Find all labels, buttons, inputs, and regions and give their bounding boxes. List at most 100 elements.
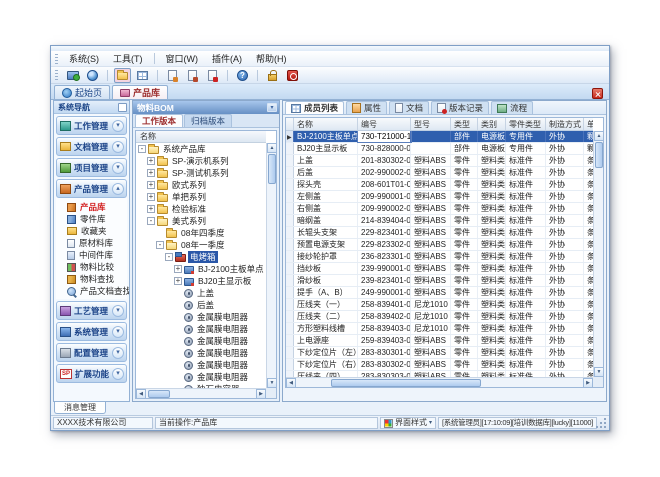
sidebar-item[interactable]: 收藏夹	[56, 225, 127, 237]
scroll-down-button[interactable]	[594, 367, 604, 377]
table-vertical-scrollbar[interactable]	[593, 131, 603, 377]
table-row[interactable]: 右侧盖209-990002-01E塑料ABS零件塑料类标准件外协条	[286, 203, 593, 215]
menu-item[interactable]: 帮助(H)	[250, 51, 293, 66]
table-horizontal-scrollbar[interactable]	[286, 377, 593, 387]
bom-version-tab[interactable]: 归档版本	[184, 114, 232, 127]
chevron-down-icon[interactable]	[112, 120, 124, 132]
scrollbar-thumb[interactable]	[268, 154, 276, 184]
bom-version-tab[interactable]: 工作版本	[135, 114, 183, 127]
tree-row[interactable]: +检验标准	[136, 203, 266, 215]
scroll-left-button[interactable]	[136, 389, 146, 399]
expander[interactable]: -	[147, 217, 155, 225]
chevron-down-icon[interactable]	[112, 305, 124, 317]
sidebar-item[interactable]: 零件库	[56, 213, 127, 225]
table-row[interactable]: BJ20主显示板730-828000-04E部件电源板专用件外协颗	[286, 143, 593, 155]
chevron-down-icon[interactable]	[112, 162, 124, 174]
help-button[interactable]	[234, 68, 251, 83]
table-row[interactable]: 挡纱板239-990001-01E塑料ABS零件塑料类标准件外协条	[286, 263, 593, 275]
expander[interactable]: +	[174, 277, 182, 285]
table-row[interactable]: 下纱定位片（左）283-830301-00E塑料ABS零件塑料类标准件外协条	[286, 347, 593, 359]
main-tab[interactable]: 起始页	[54, 85, 110, 99]
table-row[interactable]: 下纱定位片（右）283-830302-00E塑料ABS零件塑料类标准件外协条	[286, 359, 593, 371]
column-header[interactable]: 单位	[584, 118, 593, 130]
member-tab[interactable]: 流程	[491, 101, 533, 114]
sidebar-group-header[interactable]: 项目管理	[56, 158, 127, 177]
scroll-left-button[interactable]	[286, 378, 296, 388]
resize-grip[interactable]	[599, 417, 607, 429]
tree-vertical-scrollbar[interactable]	[266, 143, 276, 388]
tree-row[interactable]: 金属膜电阻器	[136, 335, 266, 347]
table-row[interactable]: 滑纱板239-823401-00E塑料ABS零件塑料类标准件外协条	[286, 275, 593, 287]
tree-row[interactable]: +BJ20主显示板	[136, 275, 266, 287]
expander[interactable]: +	[147, 157, 155, 165]
column-header[interactable]: 编号	[358, 118, 411, 130]
tree-row[interactable]: 金属膜电阻器	[136, 359, 266, 371]
chevron-down-icon[interactable]	[112, 326, 124, 338]
menu-item[interactable]: 窗口(W)	[160, 51, 205, 66]
sidebar-collapse-button[interactable]	[118, 103, 127, 112]
message-management-tab[interactable]: 消息管理	[54, 402, 106, 414]
table-row[interactable]: 后盖202-990002-01E塑料ABS零件塑料类标准件外协条	[286, 167, 593, 179]
sidebar-group-header[interactable]: 系统管理	[56, 322, 127, 341]
expander[interactable]: +	[174, 265, 182, 273]
table-row[interactable]: 预置电源支架229-823302-00E塑料ABS零件塑料类标准件外协条	[286, 239, 593, 251]
sidebar-group-header[interactable]: 工艺管理	[56, 301, 127, 320]
tree-column-header[interactable]: 名称	[136, 131, 266, 143]
tree-row[interactable]: 金属膜电阻器	[136, 323, 266, 335]
table-row[interactable]: 提手（A、B）249-990001-01E塑料ABS零件塑料类标准件外协条	[286, 287, 593, 299]
tree-horizontal-scrollbar[interactable]	[136, 388, 266, 398]
menu-item[interactable]: 系统(S)	[63, 51, 105, 66]
ui-style-button[interactable]: 界面样式	[380, 417, 436, 429]
grid-button[interactable]	[134, 68, 151, 83]
sidebar-group-header[interactable]: 配置管理	[56, 343, 127, 362]
menu-item[interactable]: 工具(T)	[107, 51, 149, 66]
tree-row[interactable]: 金属膜电阻器	[136, 347, 266, 359]
sidebar-item[interactable]: 产品文档查找	[56, 285, 127, 297]
expander[interactable]: -	[156, 241, 164, 249]
expander[interactable]: -	[138, 145, 146, 153]
chevron-down-icon[interactable]	[112, 347, 124, 359]
table-row[interactable]: 方形塑料线槽258-839403-00E尼龙1010零件塑料类标准件外协条	[286, 323, 593, 335]
tree-row[interactable]: -美式系列	[136, 215, 266, 227]
scrollbar-thumb[interactable]	[148, 390, 170, 398]
table-row[interactable]: 长辊头支架229-823401-00E塑料ABS零件塑料类标准件外协条	[286, 227, 593, 239]
monitor-button[interactable]	[64, 68, 81, 83]
member-tab[interactable]: 版本记录	[431, 101, 489, 114]
folder-button[interactable]	[114, 68, 131, 83]
scrollbar-thumb[interactable]	[595, 142, 603, 168]
column-header[interactable]: 型号	[411, 118, 451, 130]
table-row[interactable]: 暗纲盖214-839404-01E塑料ABS零件塑料类标准件外协条	[286, 215, 593, 227]
member-tab[interactable]: 属性	[346, 101, 387, 114]
tree-row[interactable]: +欧式系列	[136, 179, 266, 191]
expander[interactable]: +	[147, 205, 155, 213]
close-icon[interactable]	[592, 88, 603, 99]
sidebar-group-header[interactable]: 文档管理	[56, 137, 127, 156]
column-header[interactable]: 类别	[478, 118, 506, 130]
sidebar-item[interactable]: 中间件库	[56, 249, 127, 261]
table-row[interactable]: 压线夹（一）258-839401-00E尼龙1010零件塑料类标准件外协条	[286, 299, 593, 311]
tree-row[interactable]: -系统产品库	[136, 143, 266, 155]
table-row[interactable]: 接纱轮护罩236-823301-00E塑料ABS零件塑料类标准件外协条	[286, 251, 593, 263]
scroll-right-button[interactable]	[583, 378, 593, 388]
table-row[interactable]: 上电源座259-839403-00E塑料ABS零件塑料类标准件外协条	[286, 335, 593, 347]
sidebar-group-header[interactable]: 扩展功能	[56, 364, 127, 383]
tree-row[interactable]: -08年一季度	[136, 239, 266, 251]
main-tab[interactable]: 产品库	[112, 85, 168, 99]
sidebar-group-header[interactable]: 工作管理	[56, 116, 127, 135]
tree-row[interactable]: 上盖	[136, 287, 266, 299]
table-row[interactable]: 上盖201-830302-00E塑料ABS零件塑料类标准件外协条	[286, 155, 593, 167]
tree-row[interactable]: 金属膜电阻器	[136, 371, 266, 383]
member-tab[interactable]: 文档	[389, 101, 429, 114]
tree-row[interactable]: 08年四季度	[136, 227, 266, 239]
menu-item[interactable]: 插件(A)	[206, 51, 248, 66]
globe-button[interactable]	[84, 68, 101, 83]
toolbar-grip[interactable]	[55, 70, 58, 80]
scrollbar-thumb[interactable]	[331, 379, 481, 387]
chevron-down-icon[interactable]	[112, 141, 124, 153]
tree-row[interactable]: 后盖	[136, 299, 266, 311]
tree-row[interactable]: +单把系列	[136, 191, 266, 203]
column-header[interactable]: 类型	[451, 118, 478, 130]
sidebar-item[interactable]: 物料比较	[56, 261, 127, 273]
scroll-right-button[interactable]	[256, 389, 266, 399]
table-row[interactable]: 探头壳208-601T01-01E塑料ABS零件塑料类标准件外协条	[286, 179, 593, 191]
